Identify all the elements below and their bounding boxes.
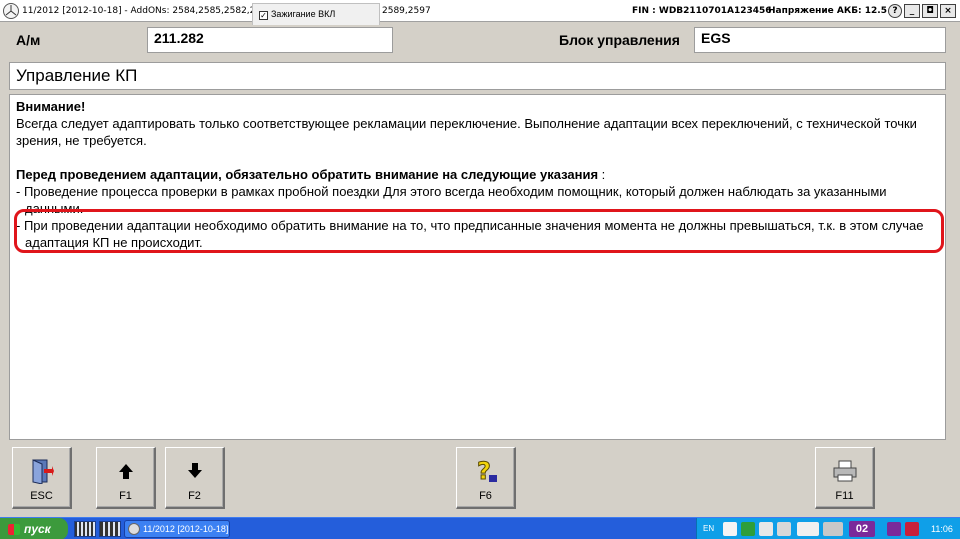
close-button[interactable]: ×	[940, 4, 956, 18]
vehicle-info-row: А/м 211.282 Блок управления EGS	[8, 27, 946, 55]
tray-laptop-icon[interactable]	[823, 522, 843, 536]
before-heading: Перед проведением адаптации, обязательно…	[16, 167, 599, 182]
f11-label: F11	[835, 490, 854, 502]
before-heading-colon: :	[598, 167, 606, 182]
exit-door-icon	[32, 459, 54, 484]
mercedes-star-icon	[3, 3, 19, 19]
arrow-down-icon	[187, 463, 202, 478]
restore-button[interactable]: ◘	[922, 4, 938, 18]
tray-home-icon[interactable]	[777, 522, 791, 536]
fin-readout: FIN : WDB2110701A123456	[632, 6, 772, 16]
tray-alert-icon[interactable]	[905, 522, 919, 536]
svg-text:?: ?	[477, 457, 491, 485]
ignition-checkbox[interactable]: ✓	[259, 11, 268, 20]
tray-media-icon[interactable]	[887, 522, 901, 536]
taskbar-window-item[interactable]: 11/2012 [2012-10-18]...	[124, 520, 230, 538]
windows-logo-icon	[8, 524, 20, 535]
f1-label: F1	[119, 490, 132, 502]
taskbar: пуск 11/2012 [2012-10-18]... EN 02 11:06	[0, 517, 960, 539]
before-heading-line: Перед проведением адаптации, обязательно…	[16, 166, 939, 183]
attention-heading: Внимание!	[16, 99, 86, 114]
mercedes-star-icon	[128, 523, 140, 535]
f6-button[interactable]: ? F6	[456, 447, 516, 509]
f11-button[interactable]: F11	[815, 447, 875, 509]
window-controls: ? _ ◘ ×	[888, 4, 956, 18]
ignition-indicator[interactable]: ✓ Зажигание ВКЛ	[252, 3, 380, 25]
vehicle-model-field: 211.282	[147, 27, 393, 53]
tray-network-icon[interactable]	[741, 522, 755, 536]
f2-label: F2	[188, 490, 201, 502]
section-title: Управление КП	[9, 62, 946, 90]
control-unit-label: Блок управления	[559, 32, 680, 48]
window-title: 11/2012 [2012-10-18] - AddONs: 2584,2585…	[22, 6, 276, 16]
tray-sync-icon[interactable]	[759, 522, 773, 536]
grid-quicklaunch-icon[interactable]	[99, 521, 121, 537]
f1-button[interactable]: F1	[96, 447, 156, 509]
esc-button[interactable]: ESC	[12, 447, 72, 509]
tray-device-icon[interactable]	[797, 522, 819, 536]
taskbar-window-label: 11/2012 [2012-10-18]...	[143, 524, 230, 534]
tray-app-icon[interactable]	[723, 522, 737, 536]
system-tray: EN 02 11:06	[696, 518, 960, 539]
language-indicator[interactable]: EN	[703, 524, 714, 533]
control-unit-field: EGS	[694, 27, 946, 53]
instructions-panel: Внимание! Всегда следует адаптировать то…	[9, 94, 946, 440]
battery-voltage-readout: Напряжение АКБ: 12.5 V	[768, 6, 898, 16]
instruction-item: - Проведение процесса проверки в рамках …	[16, 184, 887, 216]
help-icon[interactable]: ?	[888, 4, 902, 18]
help-question-icon: ?	[476, 457, 497, 485]
f6-label: F6	[479, 490, 492, 502]
f2-button[interactable]: F2	[165, 447, 225, 509]
vehicle-label: А/м	[16, 32, 41, 48]
title-bar: 11/2012 [2012-10-18] - AddONs: 2584,2585…	[0, 0, 960, 22]
ignition-label: Зажигание ВКЛ	[271, 9, 336, 19]
clock: 11:06	[931, 524, 953, 534]
minimize-button[interactable]: _	[904, 4, 920, 18]
keyboard-quicklaunch-icon[interactable]	[74, 521, 96, 537]
start-label: пуск	[24, 522, 51, 536]
attention-text: Всегда следует адаптировать только соотв…	[16, 116, 917, 148]
window-title-tail: 2589,2597	[382, 6, 431, 16]
esc-label: ESC	[30, 490, 53, 502]
printer-icon	[833, 460, 856, 482]
start-button[interactable]: пуск	[0, 518, 68, 539]
arrow-up-icon	[118, 464, 133, 479]
tray-counter-badge[interactable]: 02	[849, 521, 875, 537]
instruction-item-highlighted: - При проведении адаптации необходимо об…	[16, 218, 924, 250]
